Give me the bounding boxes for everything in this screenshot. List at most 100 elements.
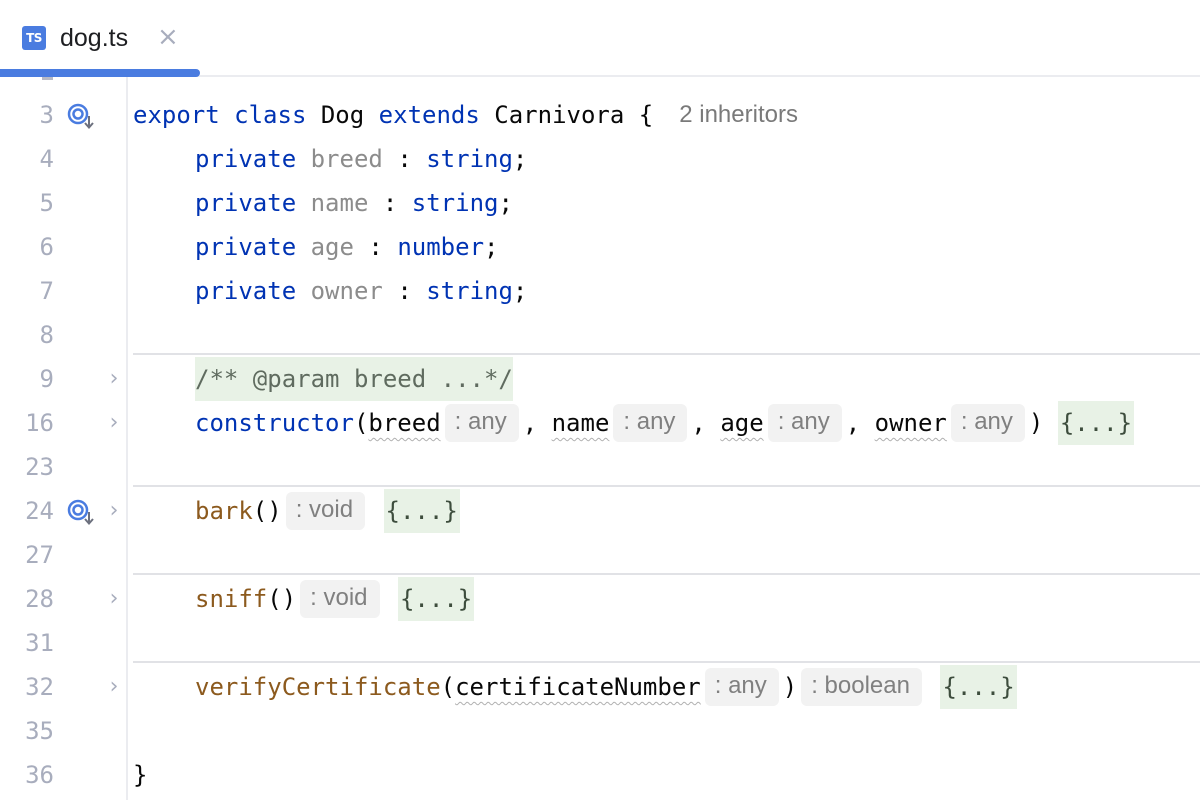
semicolon: ; (512, 145, 528, 173)
fold-expand-icon[interactable]: › (104, 665, 124, 709)
partial-line-number (42, 77, 53, 80)
fold-expand-icon[interactable]: › (104, 357, 124, 401)
parameter-name: name (551, 409, 610, 437)
comma: , (845, 409, 861, 437)
line-number: 24 (25, 497, 54, 525)
semicolon: ; (498, 189, 513, 217)
overridden-method-icon[interactable] (66, 103, 98, 130)
overridden-method-icon[interactable] (66, 499, 98, 526)
line-number: 9 (39, 365, 54, 393)
colon: : (382, 189, 398, 217)
code-text[interactable]: verifyCertificate(certificateNumber: any… (133, 665, 1017, 709)
class-name: Dog (320, 101, 365, 129)
code-line: 9 › /** @param breed ...*/ (0, 357, 1200, 401)
fold-expand-icon[interactable]: › (104, 489, 124, 533)
type-name: string (426, 145, 513, 173)
code-text[interactable]: private owner : string; (133, 269, 527, 313)
keyword: private (195, 233, 297, 261)
keyword: extends (378, 101, 480, 129)
code-text[interactable]: private name : string; (133, 181, 513, 225)
code-line: 24 › bark(): void {...} (0, 489, 1200, 533)
line-number: 3 (39, 101, 54, 129)
code-line: 7 private owner : string; (0, 269, 1200, 313)
line-number: 32 (25, 673, 54, 701)
return-type-hint[interactable]: : boolean (801, 668, 922, 706)
line-number: 27 (25, 541, 54, 569)
method-name: sniff (195, 585, 268, 613)
method-separator (133, 661, 1200, 663)
folded-doc-comment[interactable]: /** @param breed ...*/ (195, 357, 513, 401)
paren: ) (1028, 409, 1044, 437)
code-line: 35 (0, 709, 1200, 753)
inheritors-hint[interactable]: 2 inheritors (679, 93, 798, 137)
field-name: age (310, 233, 354, 261)
line-number: 5 (39, 189, 54, 217)
fold-expand-icon[interactable]: › (104, 577, 124, 621)
folded-body[interactable]: {...} (940, 665, 1017, 709)
paren: ) (782, 673, 798, 701)
code-line: 16 › constructor(breed: any, name: any, … (0, 401, 1200, 445)
base-class-name: Carnivora (494, 101, 625, 129)
field-name: name (310, 189, 369, 217)
parameter-name: owner (874, 409, 947, 437)
type-name: string (426, 277, 513, 305)
return-type-hint[interactable]: : void (285, 492, 366, 530)
line-number: 35 (25, 717, 54, 745)
keyword: constructor (195, 409, 354, 437)
code-line: 4 private breed : string; (0, 137, 1200, 181)
return-type-hint[interactable]: : void (300, 580, 380, 618)
code-line: 8 (0, 313, 1200, 357)
type-name: number (397, 233, 485, 261)
fold-expand-icon[interactable]: › (104, 401, 124, 445)
line-number: 16 (25, 409, 54, 437)
semicolon: ; (484, 233, 499, 261)
method-name: verifyCertificate (195, 673, 441, 701)
type-hint[interactable]: : any (613, 404, 688, 442)
method-separator (133, 353, 1200, 355)
folded-body[interactable]: {...} (383, 489, 460, 533)
type-hint[interactable]: : any (444, 404, 519, 442)
code-text[interactable]: bark(): void {...} (133, 489, 460, 533)
keyword: export (133, 101, 220, 129)
code-text[interactable]: private breed : string; (133, 137, 527, 181)
code-text[interactable]: export class Dog extends Carnivora {2 in… (133, 93, 798, 137)
parameter-name: breed (368, 409, 441, 437)
type-hint[interactable]: : any (950, 404, 1025, 442)
keyword: class (234, 101, 307, 129)
code-line: 36 } (0, 753, 1200, 797)
code-text[interactable]: constructor(breed: any, name: any, age: … (133, 401, 1135, 445)
parameter-name: certificateNumber (455, 673, 701, 701)
code-line: 27 (0, 533, 1200, 577)
code-text[interactable]: private age : number; (133, 225, 498, 269)
editor-tab-bar: TS dog.ts × (0, 0, 1200, 77)
line-number: 31 (25, 629, 54, 657)
code-text[interactable]: sniff(): void {...} (133, 577, 475, 621)
colon: : (397, 277, 412, 305)
code-text[interactable]: /** @param breed ...*/ (133, 357, 513, 401)
type-hint[interactable]: : any (704, 668, 779, 706)
typescript-file-icon: TS (22, 26, 46, 50)
paren: ( (353, 409, 369, 437)
code-line: 28 › sniff(): void {...} (0, 577, 1200, 621)
line-number: 6 (39, 233, 54, 261)
code-line: 5 private name : string; (0, 181, 1200, 225)
folded-body[interactable]: {...} (1057, 401, 1135, 445)
method-separator (133, 485, 1200, 487)
tab-dog-ts[interactable]: TS dog.ts × (0, 0, 200, 77)
line-number: 23 (25, 453, 54, 481)
parens: () (267, 585, 297, 613)
tab-label: dog.ts (60, 24, 129, 52)
line-number: 8 (39, 321, 54, 349)
type-hint[interactable]: : any (767, 404, 842, 442)
keyword: private (195, 189, 297, 217)
close-icon[interactable]: × (157, 22, 179, 52)
keyword: private (195, 145, 297, 173)
method-name: bark (195, 497, 253, 525)
keyword: private (195, 277, 297, 305)
code-text[interactable]: } (133, 753, 147, 797)
comma: , (522, 409, 538, 437)
folded-body[interactable]: {...} (397, 577, 475, 621)
colon: : (397, 145, 412, 173)
colon: : (368, 233, 383, 261)
brace: { (638, 101, 654, 129)
